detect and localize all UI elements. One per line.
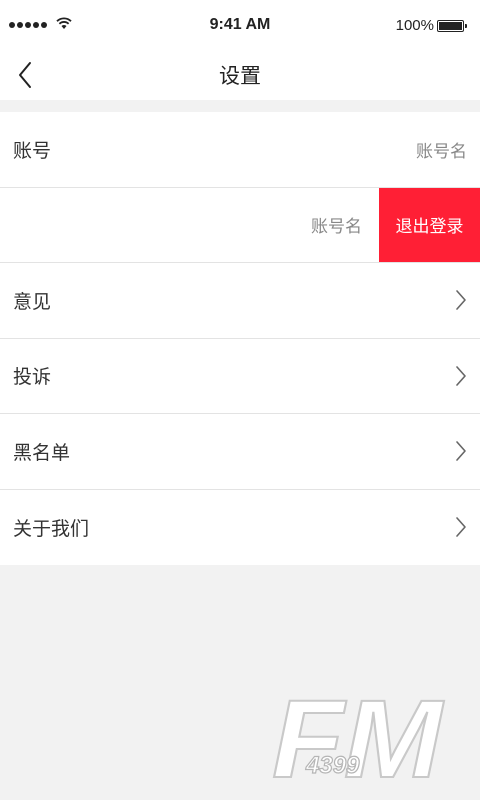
fm4399-watermark-logo: FM 4399: [271, 685, 446, 785]
about-us-row[interactable]: 关于我们: [0, 489, 480, 565]
battery-icon: [437, 20, 467, 32]
settings-list: 账号 账号名 账号名 退出登录 意见 投诉 黑名单 关于我们: [0, 112, 480, 565]
feedback-row[interactable]: 意见: [0, 263, 480, 339]
account-row[interactable]: 账号 账号名: [0, 112, 480, 188]
account-label: 账号: [13, 139, 52, 162]
svg-text:4399: 4399: [305, 752, 360, 779]
chevron-right-icon: [456, 441, 466, 461]
settings-screen: 9:41 AM 100% 设置 账号 账号名 账号名 退出登录 意见 投诉 黑名…: [0, 0, 480, 800]
navigation-bar: 设置: [0, 50, 480, 100]
battery-percentage: 100%: [395, 17, 434, 34]
chevron-right-icon: [456, 290, 466, 310]
status-bar: 9:41 AM 100%: [0, 0, 480, 50]
complaint-label: 投诉: [13, 366, 52, 389]
chevron-right-icon: [456, 365, 466, 386]
logout-button[interactable]: 退出登录: [379, 187, 480, 262]
blacklist-label: 黑名单: [13, 441, 71, 464]
account-name-value: 账号名: [416, 141, 467, 162]
complaint-row[interactable]: 投诉: [0, 338, 480, 414]
blacklist-row[interactable]: 黑名单: [0, 414, 480, 490]
account-logout-row[interactable]: 账号名 退出登录: [0, 187, 480, 263]
chevron-right-icon: [456, 516, 466, 537]
about-us-label: 关于我们: [13, 517, 90, 540]
page-title: 设置: [219, 64, 261, 88]
account-name-value: 账号名: [311, 217, 362, 238]
feedback-label: 意见: [13, 290, 52, 313]
